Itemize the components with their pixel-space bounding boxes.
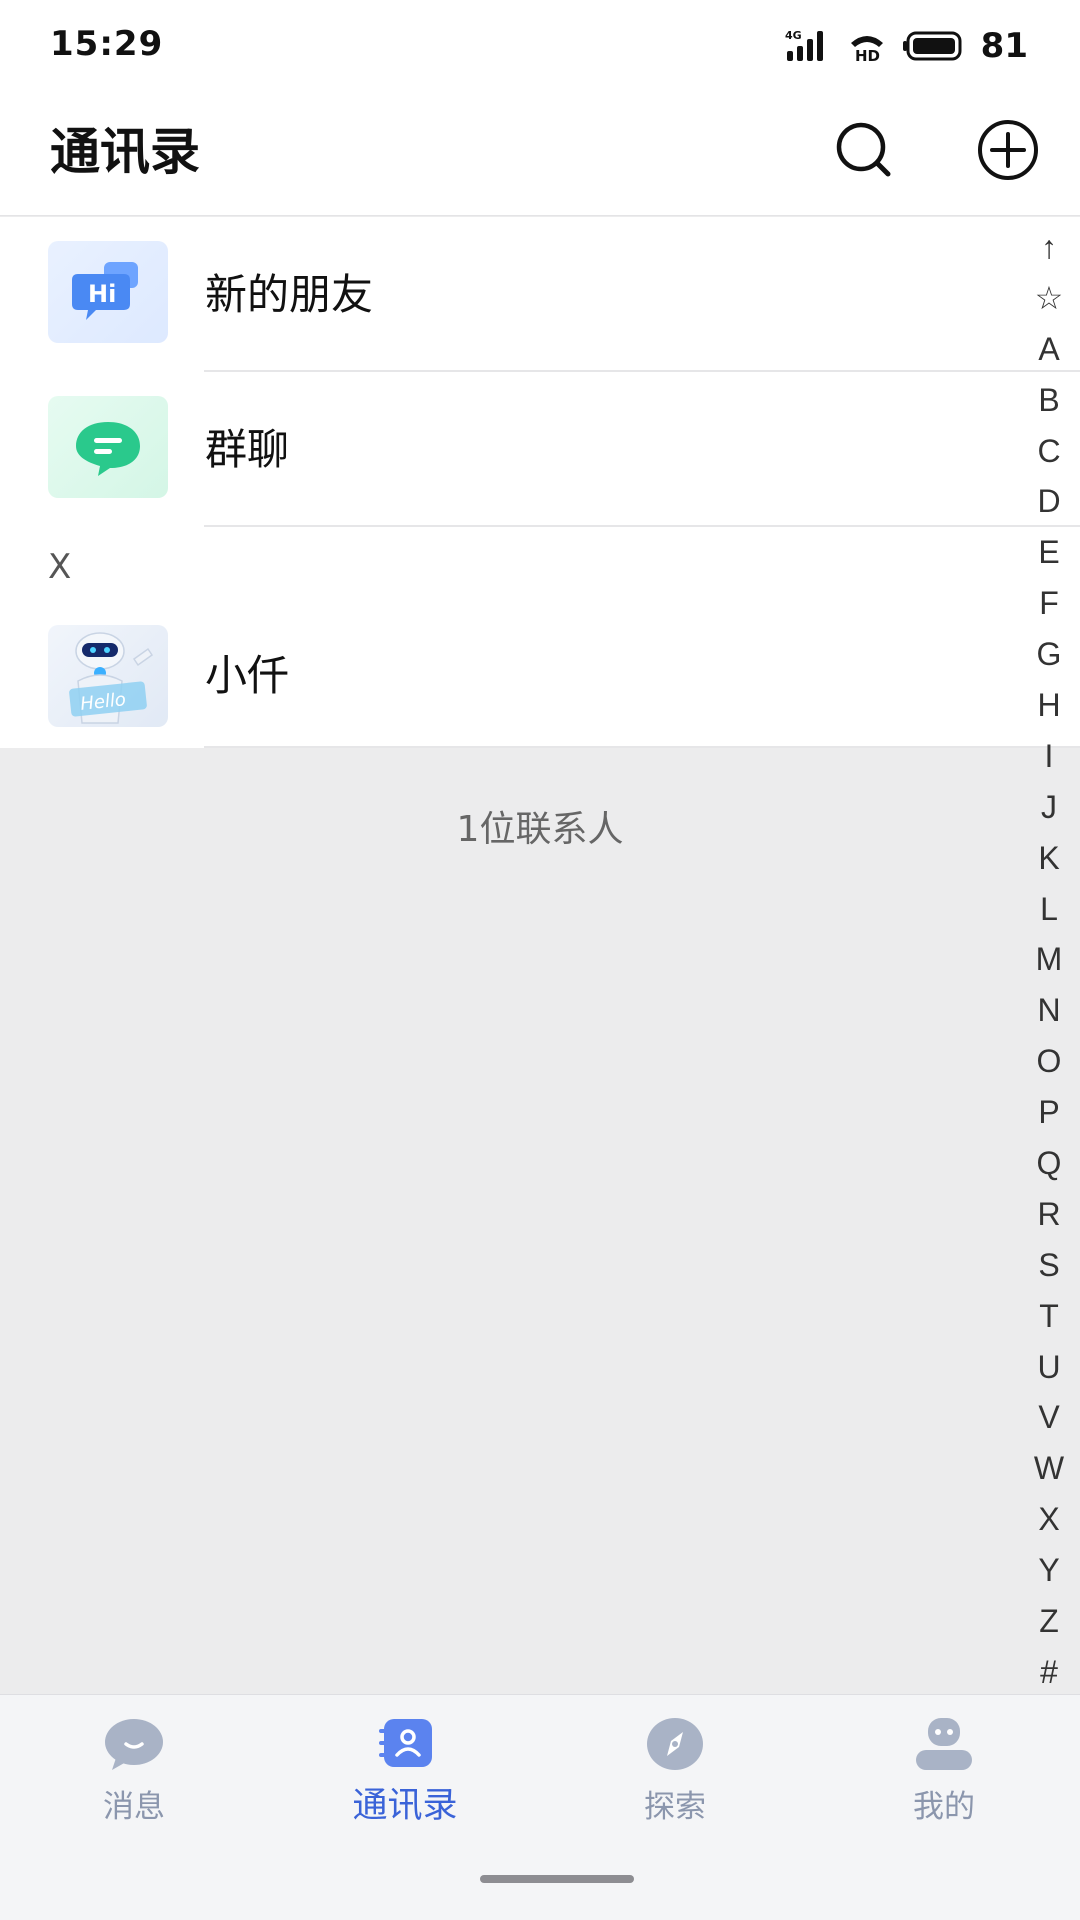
index-d[interactable]: D <box>1037 476 1060 527</box>
signal-icon: 4G <box>785 29 823 61</box>
battery-icon <box>902 31 962 61</box>
add-circle-icon <box>978 120 1038 180</box>
index-star[interactable]: ☆ <box>1035 273 1064 324</box>
hi-text: Hi <box>88 280 116 308</box>
contacts-list: Hi 新的朋友 群聊 X Hello 小仟 <box>0 217 1080 748</box>
index-x[interactable]: X <box>1038 1494 1059 1545</box>
contact-row[interactable]: Hello 小仟 <box>0 600 1080 748</box>
contact-name: 小仟 <box>205 651 290 700</box>
index-v[interactable]: V <box>1038 1392 1059 1443</box>
hd-call-icon: HD <box>850 36 883 63</box>
hd-label: HD <box>855 47 880 63</box>
index-h[interactable]: H <box>1037 680 1060 731</box>
nav-label: 探索 <box>644 1789 706 1825</box>
robot-avatar-icon: Hello <box>69 632 154 724</box>
contacts-book-icon <box>373 1715 437 1773</box>
new-friends-row[interactable]: Hi 新的朋友 <box>0 217 1080 372</box>
compass-icon <box>643 1715 707 1773</box>
add-button[interactable] <box>972 114 1044 186</box>
index-o[interactable]: O <box>1037 1036 1062 1087</box>
index-q[interactable]: Q <box>1037 1138 1062 1189</box>
group-chat-row[interactable]: 群聊 <box>0 372 1080 527</box>
index-b[interactable]: B <box>1038 375 1059 426</box>
alphabet-index[interactable]: ↑ ☆ A B C D E F G H I J K L M N O P Q R … <box>1018 222 1080 1698</box>
index-a[interactable]: A <box>1038 324 1059 375</box>
search-icon <box>836 122 891 177</box>
nav-explore[interactable]: 探索 <box>575 1715 775 1835</box>
network-label: 4G <box>785 29 802 42</box>
message-bubble-icon <box>102 1715 166 1773</box>
index-w[interactable]: W <box>1034 1443 1064 1494</box>
status-bar: 15:29 4G HD 81 <box>0 0 1080 92</box>
index-p[interactable]: P <box>1038 1087 1059 1138</box>
index-l[interactable]: L <box>1040 884 1058 935</box>
index-r[interactable]: R <box>1037 1189 1060 1240</box>
index-k[interactable]: K <box>1038 833 1059 884</box>
page-title: 通讯录 <box>50 123 200 181</box>
row-divider <box>204 525 1080 527</box>
nav-label: 我的 <box>913 1789 975 1825</box>
index-z[interactable]: Z <box>1039 1596 1059 1647</box>
nav-contacts[interactable]: 通讯录 <box>305 1715 505 1835</box>
index-hash[interactable]: # <box>1040 1647 1058 1698</box>
index-t[interactable]: T <box>1039 1291 1059 1342</box>
nav-messages[interactable]: 消息 <box>34 1715 234 1835</box>
home-indicator[interactable] <box>480 1875 634 1883</box>
section-header-letter: X <box>48 547 72 587</box>
index-n[interactable]: N <box>1037 985 1060 1036</box>
nav-label: 通讯录 <box>352 1786 458 1826</box>
profile-icon <box>912 1715 976 1773</box>
index-y[interactable]: Y <box>1038 1545 1059 1596</box>
index-up-arrow[interactable]: ↑ <box>1041 222 1057 273</box>
new-friends-avatar: Hi <box>48 241 168 343</box>
nav-label: 消息 <box>103 1789 165 1825</box>
group-chat-icon <box>76 422 140 476</box>
index-c[interactable]: C <box>1037 426 1060 477</box>
index-g[interactable]: G <box>1037 629 1062 680</box>
index-u[interactable]: U <box>1037 1342 1060 1393</box>
search-button[interactable] <box>828 114 900 186</box>
nav-mine[interactable]: 我的 <box>844 1715 1044 1835</box>
index-m[interactable]: M <box>1036 934 1063 985</box>
group-chat-label: 群聊 <box>205 425 290 474</box>
row-divider <box>204 746 1080 748</box>
index-j[interactable]: J <box>1041 782 1057 833</box>
new-friends-label: 新的朋友 <box>205 270 374 319</box>
index-e[interactable]: E <box>1038 527 1059 578</box>
header: 通讯录 <box>0 92 1080 216</box>
contact-avatar: Hello <box>48 625 168 727</box>
index-s[interactable]: S <box>1038 1240 1059 1291</box>
hi-bubble-icon: Hi <box>72 262 138 320</box>
status-time: 15:29 <box>50 24 164 64</box>
bottom-nav: 消息 通讯录 探索 我的 <box>0 1694 1080 1920</box>
group-chat-avatar <box>48 396 168 498</box>
contact-count: 1位联系人 <box>456 809 624 850</box>
index-i[interactable]: I <box>1045 731 1054 782</box>
status-icons: 4G HD 81 <box>785 26 1028 66</box>
index-f[interactable]: F <box>1039 578 1059 629</box>
battery-level: 81 <box>980 26 1028 66</box>
